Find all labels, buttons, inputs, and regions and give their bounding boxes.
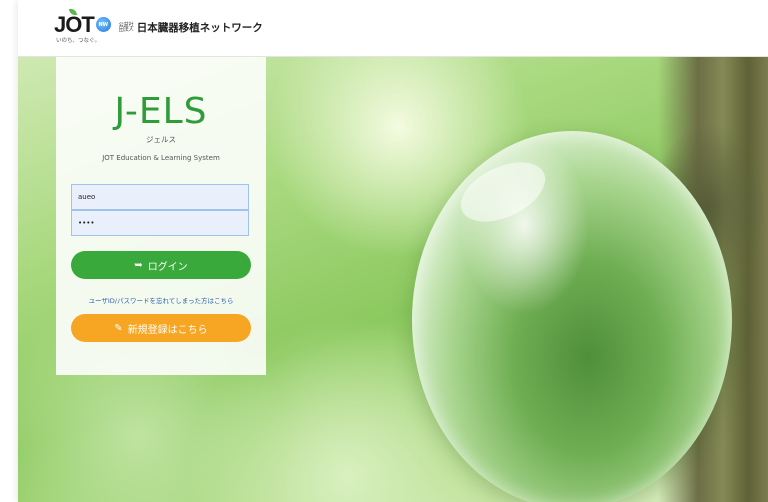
glass-orb-image [412, 131, 732, 502]
sign-in-icon: ➥ [134, 259, 143, 271]
brand-kana: ジェルス [146, 135, 176, 144]
brand-subtitle: JOT Education & Learning System [102, 154, 220, 162]
logo-tagline: いのち、つなぐ。 [56, 38, 101, 44]
jot-logo[interactable]: JOT NW いのち、つなぐ。 公益社団法人 日本臓器移植ネットワーク [54, 7, 263, 44]
page-frame: JOT NW いのち、つなぐ。 公益社団法人 日本臓器移植ネットワーク J-EL… [18, 0, 768, 502]
register-button-label: 新規登録はこちら [127, 324, 208, 336]
header: JOT NW いのち、つなぐ。 公益社団法人 日本臓器移植ネットワーク [18, 0, 768, 57]
hero-background: J-ELS ジェルス JOT Education & Learning Syst… [18, 57, 768, 502]
logo-badge: NW [95, 17, 111, 32]
username-input[interactable] [71, 184, 249, 210]
register-button[interactable]: ✎ 新規登録はこちら [71, 314, 251, 342]
forgot-password-link[interactable]: ユーザID/パスワードを忘れてしまった方はこちら [56, 295, 266, 305]
brand-title: J-ELS [114, 91, 208, 132]
login-button-label: ログイン [147, 261, 188, 273]
org-title: 公益社団法人 日本臓器移植ネットワーク [119, 20, 263, 35]
logo-text: JOT [54, 12, 95, 37]
login-panel: J-ELS ジェルス JOT Education & Learning Syst… [56, 57, 266, 375]
password-input[interactable] [71, 210, 249, 236]
edit-icon: ✎ [114, 322, 123, 334]
org-name: 日本臓器移植ネットワーク [136, 22, 263, 34]
org-prefix: 公益社団法人 [118, 21, 134, 33]
login-button[interactable]: ➥ ログイン [71, 251, 251, 279]
